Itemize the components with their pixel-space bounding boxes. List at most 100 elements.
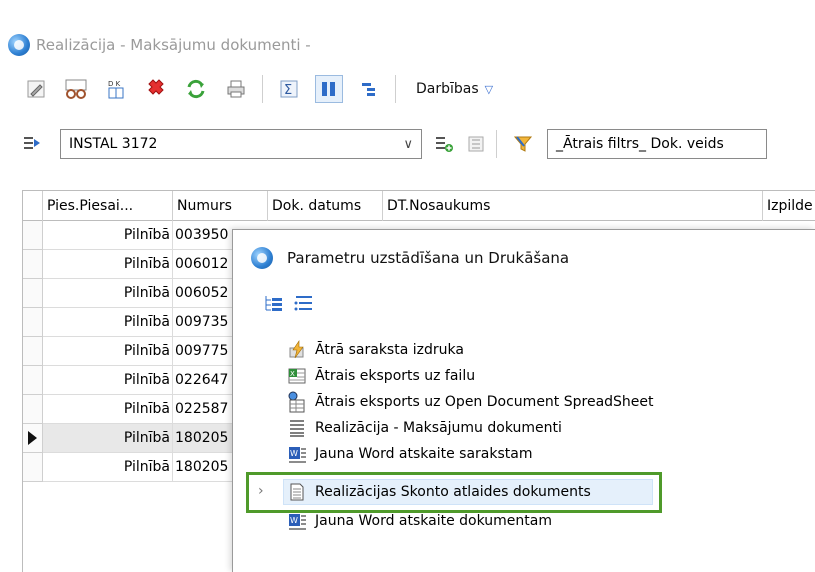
document-type-select[interactable]: INSTAL 3172 ∨: [60, 129, 422, 159]
table-cell-pies[interactable]: Pilnībā: [43, 221, 173, 250]
table-cell-numurs[interactable]: 006012: [173, 250, 237, 279]
tree-item-quick-export-file[interactable]: X Ātrais eksports uz failu: [287, 363, 475, 389]
toolbar-separator: [496, 130, 497, 158]
document-type-value: INSTAL 3172: [69, 136, 158, 152]
table-cell-pies[interactable]: Pilnībā: [43, 424, 173, 453]
list-add-icon: [436, 137, 453, 152]
main-toolbar: D K Σ Darbības ▽: [0, 68, 815, 110]
table-cell-pies[interactable]: Pilnībā: [43, 337, 173, 366]
tree-collapse-icon: [294, 296, 312, 311]
app-logo-icon: [8, 34, 30, 56]
tree-item-new-word-list-report[interactable]: W Jauna Word atskaite sarakstam: [287, 441, 532, 467]
dialog-title: Parametru uzstādīšana un Drukāšana: [287, 249, 570, 267]
table-cell-pies[interactable]: Pilnībā: [43, 279, 173, 308]
collapse-tree-button[interactable]: [291, 292, 317, 314]
column-header-izpilde[interactable]: Izpilde: [763, 191, 815, 221]
table-cell-pies[interactable]: Pilnībā: [43, 250, 173, 279]
row-header[interactable]: [23, 308, 43, 337]
tree-item-quick-export-ods[interactable]: Ātrais eksports uz Open Document SpreadS…: [287, 389, 654, 415]
debit-credit-icon: D K: [108, 80, 124, 99]
tree-item-label: Ātrais eksports uz Open Document SpreadS…: [315, 394, 654, 410]
row-header[interactable]: [23, 453, 43, 482]
quick-filter-field[interactable]: _Ātrais filtrs_ Dok. veids: [547, 129, 767, 159]
printer-icon: [227, 80, 245, 98]
row-header[interactable]: [23, 337, 43, 366]
hierarchy-icon: [362, 83, 375, 96]
app-logo-icon: [251, 247, 273, 269]
edit-button[interactable]: [22, 75, 50, 103]
refresh-button[interactable]: [182, 75, 210, 103]
highlight-frame: [246, 472, 662, 513]
tree-item-label: Jauna Word atskaite dokumentam: [315, 513, 552, 529]
actions-menu[interactable]: Darbības ▽: [416, 81, 493, 97]
row-header[interactable]: [23, 366, 43, 395]
table-cell-pies[interactable]: Pilnībā: [43, 453, 173, 482]
table-cell-pies[interactable]: Pilnībā: [43, 366, 173, 395]
expand-tree-button[interactable]: [261, 292, 287, 314]
tree-item-label: Jauna Word atskaite sarakstam: [315, 446, 533, 462]
add-filter-button[interactable]: [430, 130, 458, 158]
table-cell-pies[interactable]: Pilnībā: [43, 308, 173, 337]
word-report-icon: W: [287, 511, 307, 531]
table-cell-numurs[interactable]: 180205: [173, 453, 237, 482]
refresh-icon: [187, 79, 205, 99]
list-arrow-icon: [24, 137, 40, 149]
chevron-down-icon: ▽: [484, 82, 494, 96]
delete-button[interactable]: [142, 75, 170, 103]
column-header-dok-datums[interactable]: Dok. datums: [268, 191, 383, 221]
glasses-icon: [65, 79, 87, 99]
debit-credit-button[interactable]: D K: [102, 75, 130, 103]
column-header-pies[interactable]: Pies.Piesai...: [43, 191, 173, 221]
svg-text:D K: D K: [108, 80, 121, 88]
ods-export-icon: [287, 391, 307, 413]
table-cell-numurs[interactable]: 009735: [173, 308, 237, 337]
report-list-icon: [287, 418, 307, 438]
row-header[interactable]: [23, 221, 43, 250]
svg-text:Σ: Σ: [284, 83, 292, 98]
table-cell-numurs[interactable]: 009775: [173, 337, 237, 366]
row-header-current[interactable]: [23, 424, 43, 453]
table-cell-numurs[interactable]: 022587: [173, 395, 237, 424]
list-view-button[interactable]: [462, 130, 490, 158]
window-titlebar: Realizācija - Maksājumu dokumenti -: [0, 27, 815, 63]
column-header-dt-nosaukums[interactable]: DT.Nosaukums: [383, 191, 763, 221]
table-cell-pies[interactable]: Pilnībā: [43, 395, 173, 424]
apply-filter-button[interactable]: [18, 130, 46, 158]
current-row-arrow-icon: [28, 431, 37, 445]
list-icon: [468, 136, 484, 152]
funnel-icon: [513, 136, 533, 152]
tree-item-label: Ātrais eksports uz failu: [315, 368, 476, 384]
actions-label: Darbības: [416, 81, 479, 97]
sum-icon: Σ: [280, 80, 298, 98]
delete-icon: [148, 79, 164, 95]
view-button[interactable]: [62, 75, 90, 103]
top-margin: [0, 0, 815, 27]
tree-item-quick-list-print[interactable]: Ātrā saraksta izdruka: [287, 337, 464, 363]
columns-button[interactable]: [315, 75, 343, 103]
filter-toolbar: INSTAL 3172 ∨ _Ātrais filtrs_ Dok. veids: [0, 122, 815, 166]
word-report-icon: W: [287, 444, 307, 464]
window-title: Realizācija - Maksājumu dokumenti -: [36, 36, 311, 54]
table-cell-numurs[interactable]: 022647: [173, 366, 237, 395]
quick-filter-button[interactable]: [509, 130, 537, 158]
tree-item-payment-documents-report[interactable]: Realizācija - Maksājumu dokumenti: [287, 415, 562, 441]
svg-text:X: X: [290, 370, 295, 378]
table-cell-numurs[interactable]: 003950: [173, 221, 237, 250]
table-cell-numurs[interactable]: 006052: [173, 279, 237, 308]
chevron-down-icon[interactable]: ∨: [403, 137, 413, 152]
row-header[interactable]: [23, 395, 43, 424]
table-cell-numurs[interactable]: 180205: [173, 424, 237, 453]
print-button[interactable]: [222, 75, 250, 103]
column-header-numurs[interactable]: Numurs: [173, 191, 268, 221]
svg-text:W: W: [290, 516, 298, 525]
row-header-corner: [23, 191, 43, 221]
tree-item-label: Realizācija - Maksājumu dokumenti: [315, 420, 562, 436]
hierarchy-button[interactable]: [355, 75, 383, 103]
lightning-print-icon: [287, 340, 307, 360]
row-header[interactable]: [23, 250, 43, 279]
columns-icon: [322, 82, 335, 96]
row-header[interactable]: [23, 279, 43, 308]
sum-button[interactable]: Σ: [275, 75, 303, 103]
grid-header: Pies.Piesai... Numurs Dok. datums DT.Nos…: [23, 191, 815, 221]
quick-filter-value: _Ātrais filtrs_ Dok. veids: [556, 136, 724, 152]
